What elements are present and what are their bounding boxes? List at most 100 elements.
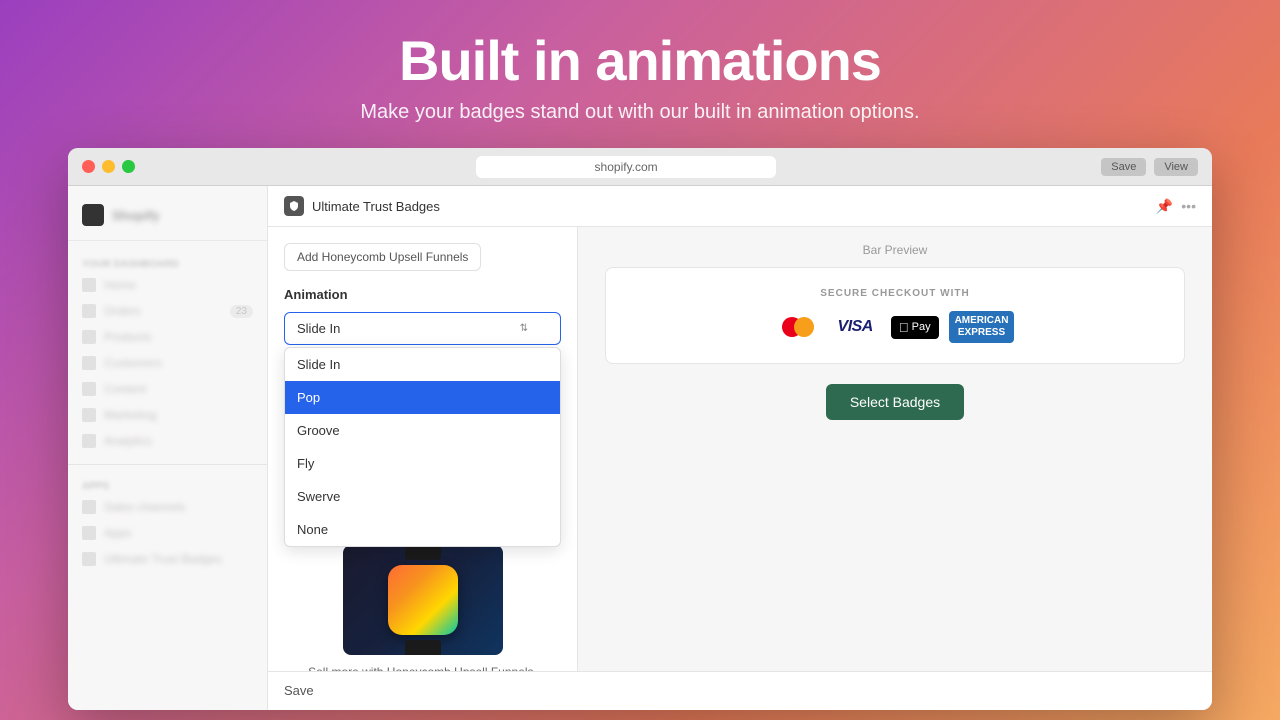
animation-select[interactable]: Slide In ⇅ — [284, 312, 561, 345]
mc-circle-yellow — [794, 317, 814, 337]
upsell-button-label: Add Honeycomb Upsell Funnels — [297, 250, 468, 264]
sidebar-section-label-dashboard: Your dashboard — [68, 253, 267, 272]
visa-badge: VISA — [830, 315, 881, 339]
marketing-icon — [82, 408, 96, 422]
sales-channels-icon — [82, 500, 96, 514]
dropdown-item-swerve[interactable]: Swerve — [285, 480, 560, 513]
address-bar[interactable]: shopify.com — [476, 156, 776, 178]
analytics-icon — [82, 434, 96, 448]
sidebar-item-trust-badges-label: Ultimate Trust Badges — [104, 552, 222, 566]
sidebar-item-products-label: Products — [104, 330, 151, 344]
animation-section-label: Animation — [284, 287, 561, 302]
watch-band-bottom — [405, 640, 441, 655]
content-icon — [82, 382, 96, 396]
sidebar-item-home-label: Home — [104, 278, 136, 292]
sidebar-item-content-label: Content — [104, 382, 146, 396]
left-panel: Add Honeycomb Upsell Funnels Animation S… — [268, 227, 578, 671]
select-arrow-icon: ⇅ — [520, 323, 528, 334]
sidebar-item-analytics-label: Analytics — [104, 434, 152, 448]
orders-icon — [82, 304, 96, 318]
mastercard-badge — [776, 313, 820, 341]
traffic-lights — [82, 160, 135, 173]
sidebar-item-trust-badges[interactable]: Ultimate Trust Badges — [68, 546, 267, 572]
animation-dropdown: Slide In Pop Groove Fly Swerve None — [284, 347, 561, 547]
sidebar-item-customers-label: Customers — [104, 356, 162, 370]
sidebar: Shopify Your dashboard Home Orders 23 Pr… — [68, 186, 268, 710]
sidebar-item-sales-channels[interactable]: Sales channels — [68, 494, 267, 520]
watch-band-top — [405, 545, 441, 560]
product-caption: Sell more with Honeycomb Upsell Funnels. — [284, 665, 561, 671]
amex-line2: EXPRESS — [955, 327, 1009, 339]
sidebar-item-home[interactable]: Home — [68, 272, 267, 298]
sidebar-item-sales-channels-label: Sales channels — [104, 500, 185, 514]
hero-title: Built in animations — [0, 28, 1280, 93]
main-content: Ultimate Trust Badges 📌 ••• Add Honeycom… — [268, 186, 1212, 710]
right-panel: Bar Preview SECURE CHECKOUT WITH VISA — [578, 227, 1212, 671]
plugin-header-actions: 📌 ••• — [1156, 198, 1196, 215]
customers-icon — [82, 356, 96, 370]
trust-badges-icon — [82, 552, 96, 566]
animation-select-value: Slide In — [297, 321, 340, 336]
sidebar-item-marketing-label: Marketing — [104, 408, 157, 422]
browser-address-bar-container: shopify.com — [151, 156, 1101, 178]
browser-save-btn[interactable]: Save — [1101, 158, 1146, 176]
dropdown-item-fly[interactable]: Fly — [285, 447, 560, 480]
sidebar-section-dashboard: Your dashboard Home Orders 23 Products C… — [68, 249, 267, 458]
close-button[interactable] — [82, 160, 95, 173]
maximize-button[interactable] — [122, 160, 135, 173]
animation-select-wrapper: Slide In ⇅ Slide In Pop Groove Fly Swerv… — [284, 312, 561, 345]
dropdown-item-slide-in[interactable]: Slide In — [285, 348, 560, 381]
sidebar-item-analytics[interactable]: Analytics — [68, 428, 267, 454]
product-image — [343, 545, 503, 655]
apple-logo-icon:  — [899, 320, 909, 335]
sidebar-section-label-apps: Apps — [68, 475, 267, 494]
select-badges-button[interactable]: Select Badges — [826, 384, 964, 420]
sidebar-item-marketing[interactable]: Marketing — [68, 402, 267, 428]
orders-badge: 23 — [230, 305, 253, 318]
plugin-panel: Ultimate Trust Badges 📌 ••• Add Honeycom… — [268, 186, 1212, 710]
applepay-badge:  Pay — [891, 316, 939, 339]
pin-icon[interactable]: 📌 — [1156, 198, 1173, 215]
minimize-button[interactable] — [102, 160, 115, 173]
dropdown-item-none[interactable]: None — [285, 513, 560, 546]
sidebar-section-apps: Apps Sales channels Apps Ultimate Trust … — [68, 471, 267, 576]
bar-preview-box: SECURE CHECKOUT WITH VISA  Pay — [605, 267, 1185, 364]
plugin-icon — [284, 196, 304, 216]
plugin-header: Ultimate Trust Badges 📌 ••• — [268, 186, 1212, 227]
save-button[interactable]: Save — [284, 683, 314, 698]
amex-badge: AMERICAN EXPRESS — [949, 311, 1015, 343]
amex-line1: AMERICAN — [955, 315, 1009, 327]
plugin-body: Add Honeycomb Upsell Funnels Animation S… — [268, 227, 1212, 671]
sidebar-item-customers[interactable]: Customers — [68, 350, 267, 376]
sidebar-item-content[interactable]: Content — [68, 376, 267, 402]
hero-subtitle: Make your badges stand out with our buil… — [0, 101, 1280, 124]
app-layout: Shopify Your dashboard Home Orders 23 Pr… — [68, 186, 1212, 710]
applepay-text: Pay — [912, 321, 931, 333]
browser-actions: Save View — [1101, 158, 1198, 176]
secure-checkout-label: SECURE CHECKOUT WITH — [636, 288, 1154, 299]
sidebar-divider — [68, 464, 267, 465]
watch-face — [388, 565, 458, 635]
browser-view-btn[interactable]: View — [1154, 158, 1198, 176]
browser-window: shopify.com Save View Shopify Your dashb… — [68, 148, 1212, 710]
apps-icon — [82, 526, 96, 540]
sidebar-item-orders[interactable]: Orders 23 — [68, 298, 267, 324]
sidebar-item-orders-label: Orders — [104, 304, 141, 318]
bar-preview-label: Bar Preview — [863, 243, 928, 257]
sidebar-item-apps-label: Apps — [104, 526, 131, 540]
save-bar: Save — [268, 671, 1212, 710]
product-image-area: Sell more with Honeycomb Upsell Funnels. — [284, 545, 561, 671]
dropdown-item-pop[interactable]: Pop — [285, 381, 560, 414]
upsell-button[interactable]: Add Honeycomb Upsell Funnels — [284, 243, 481, 271]
sidebar-logo: Shopify — [68, 198, 267, 241]
logo-icon — [82, 204, 104, 226]
more-options-icon[interactable]: ••• — [1181, 198, 1196, 215]
payment-badges: VISA  Pay AMERICAN EXPRESS — [636, 311, 1154, 343]
dropdown-item-groove[interactable]: Groove — [285, 414, 560, 447]
plugin-title: Ultimate Trust Badges — [312, 199, 440, 214]
logo-text: Shopify — [112, 208, 160, 223]
browser-chrome: shopify.com Save View — [68, 148, 1212, 186]
home-icon — [82, 278, 96, 292]
sidebar-item-apps[interactable]: Apps — [68, 520, 267, 546]
sidebar-item-products[interactable]: Products — [68, 324, 267, 350]
